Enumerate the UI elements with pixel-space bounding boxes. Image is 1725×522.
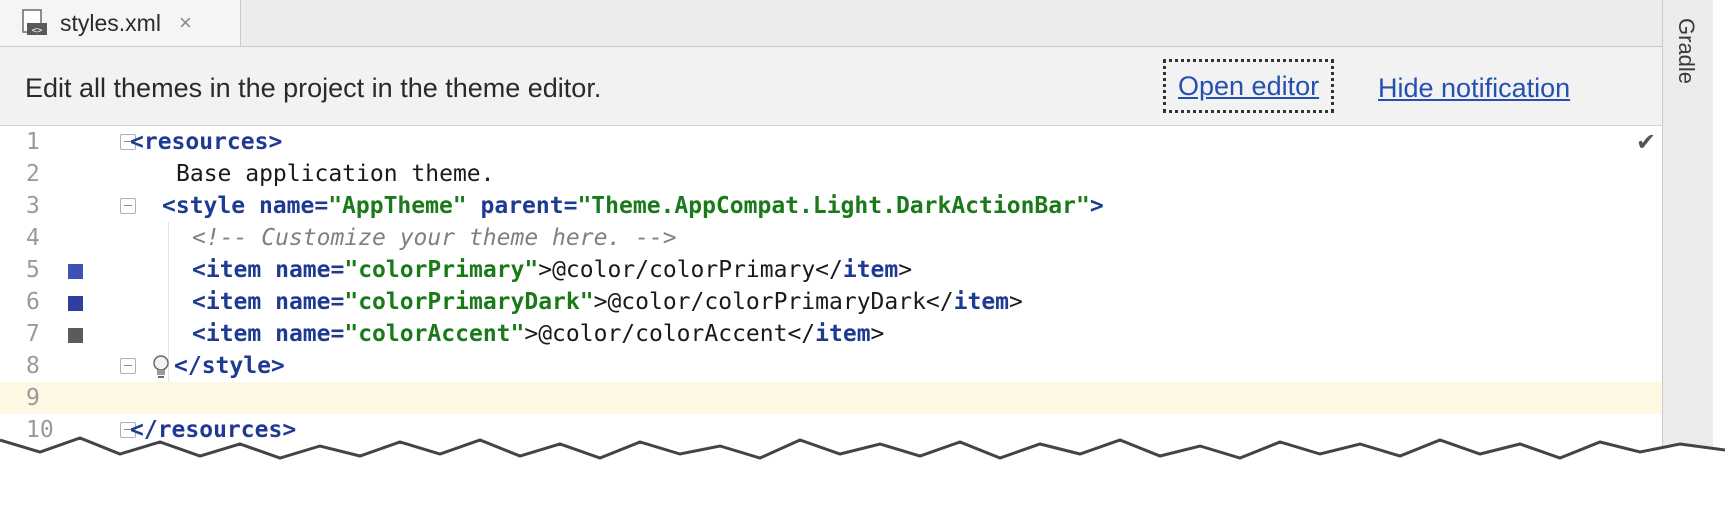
close-tab-icon[interactable]: × xyxy=(179,10,192,36)
editor-window: <> styles.xml × Gradle Edit all themes i… xyxy=(0,0,1725,522)
style-close-tag: </style> xyxy=(174,353,285,379)
gradle-tool-button[interactable]: Gradle xyxy=(1673,18,1699,84)
svg-text:<>: <> xyxy=(32,26,43,36)
line-number: 6 xyxy=(26,289,40,315)
lightbulb-icon[interactable] xyxy=(150,354,172,380)
code-line-2: 2 Base application theme. xyxy=(0,158,1662,190)
line-number: 7 xyxy=(26,321,40,347)
tab-styles-xml[interactable]: <> styles.xml × xyxy=(0,0,241,46)
item-color-primary-dark: <item name="colorPrimaryDark">@color/col… xyxy=(192,289,1023,315)
line-number: 1 xyxy=(26,129,40,155)
color-primary-dark-swatch-icon[interactable] xyxy=(68,296,83,311)
notification-message: Edit all themes in the project in the th… xyxy=(25,73,602,103)
xml-comment: <!-- Customize your theme here. --> xyxy=(192,225,677,251)
color-accent-swatch-icon[interactable] xyxy=(68,328,83,343)
code-line-1: 1 <resources> xyxy=(0,126,1662,158)
line-number: 3 xyxy=(26,193,40,219)
code-line-7: 7 <item name="colorAccent">@color/colorA… xyxy=(0,318,1662,350)
code-line-3: 3 <style name="AppTheme" parent="Theme.A… xyxy=(0,190,1662,222)
tab-label: styles.xml xyxy=(60,9,161,36)
hide-notification-link[interactable]: Hide notification xyxy=(1378,73,1570,104)
text-content: Base application theme. xyxy=(176,161,495,187)
notification-bar: Edit all themes in the project in the th… xyxy=(0,47,1662,126)
resources-open-tag: <resources> xyxy=(130,129,283,155)
code-line-6: 6 <item name="colorPrimaryDark">@color/c… xyxy=(0,286,1662,318)
code-line-5: 5 <item name="colorPrimary">@color/color… xyxy=(0,254,1662,286)
torn-edge-decoration xyxy=(0,436,1725,522)
code-line-9-current: 9 xyxy=(0,382,1662,414)
item-color-accent: <item name="colorAccent">@color/colorAcc… xyxy=(192,321,885,347)
style-open-tag: <style name="AppTheme" parent="Theme.App… xyxy=(162,193,1104,219)
line-number: 2 xyxy=(26,161,40,187)
item-color-primary: <item name="colorPrimary">@color/colorPr… xyxy=(192,257,913,283)
line-number: 8 xyxy=(26,353,40,379)
color-primary-swatch-icon[interactable] xyxy=(68,264,83,279)
line-number: 9 xyxy=(26,385,40,411)
xml-file-icon: <> xyxy=(22,9,48,37)
line-number: 5 xyxy=(26,257,40,283)
open-editor-link[interactable]: Open editor xyxy=(1163,59,1335,113)
line-number: 4 xyxy=(26,225,40,251)
code-line-4: 4 <!-- Customize your theme here. --> xyxy=(0,222,1662,254)
fold-marker-icon[interactable] xyxy=(120,358,136,374)
tab-bar: <> styles.xml × xyxy=(0,0,1662,47)
fold-marker-icon[interactable] xyxy=(120,198,136,214)
code-line-8: 8 </style> xyxy=(0,350,1662,382)
